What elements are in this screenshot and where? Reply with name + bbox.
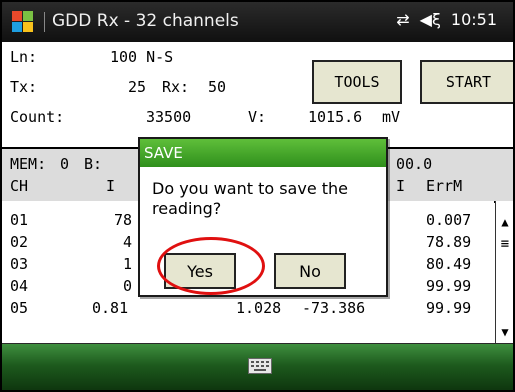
ln-label: Ln: (10, 48, 38, 66)
column-errm[interactable]: ErrM (426, 177, 462, 195)
ln-value: 100 N-S (110, 48, 174, 66)
cell-ch: 02 (10, 233, 29, 251)
cell-errm: 78.89 (426, 233, 472, 251)
bottom-menu-bar (2, 343, 513, 390)
scroll-thumb-icon[interactable]: ≡ (496, 235, 513, 253)
cell-value: -73.386 (302, 299, 366, 317)
cell-errm: 99.99 (426, 299, 472, 317)
cell-value: 0 (123, 277, 133, 295)
count-value: 33500 (146, 108, 192, 126)
column-ch[interactable]: CH (10, 177, 28, 195)
cell-value: 1.028 (236, 299, 282, 317)
window-title: GDD Rx - 32 channels (52, 11, 239, 31)
scroll-down-icon[interactable]: ▼ (496, 323, 513, 341)
cell-errm: 80.49 (426, 255, 472, 273)
cell-value: 78 (114, 211, 133, 229)
scroll-up-icon[interactable]: ▲ (496, 213, 513, 231)
volume-icon[interactable]: ◀ξ (420, 10, 441, 29)
vertical-scrollbar[interactable]: ▲ ≡ ▼ (495, 201, 513, 343)
dialog-message: Do you want to save the reading? (152, 179, 349, 218)
count-label: Count: (10, 108, 65, 126)
tx-value: 25 (128, 78, 147, 96)
mem-label: MEM: (10, 155, 47, 173)
network-icon[interactable]: ⇄ (396, 10, 409, 29)
tx-label: Tx: (10, 78, 38, 96)
clock[interactable]: 10:51 (451, 10, 497, 29)
title-bar: GDD Rx - 32 channels ⇄ ◀ξ 10:51 (2, 2, 513, 42)
keyboard-icon[interactable] (248, 358, 272, 374)
rx-value: 50 (208, 78, 227, 96)
b-label: B: (84, 155, 103, 173)
tools-button[interactable]: TOOLS (312, 60, 402, 104)
mem-value: 0 (60, 155, 70, 173)
column-i2[interactable]: I (396, 177, 405, 195)
cell-ch: 03 (10, 255, 29, 273)
app-window: GDD Rx - 32 channels ⇄ ◀ξ 10:51 Ln: 100 … (0, 0, 515, 392)
v-unit: mV (382, 108, 401, 126)
cell-ch: 05 (10, 299, 29, 317)
v-value: 1015.6 (308, 108, 363, 126)
cell-errm: 99.99 (426, 277, 472, 295)
title-separator (44, 12, 45, 32)
v-label: V: (248, 108, 267, 126)
cell-ch: 04 (10, 277, 29, 295)
cell-value: 1 (123, 255, 133, 273)
column-i[interactable]: I (106, 177, 115, 195)
save-dialog: SAVE Do you want to save the reading? Ye… (138, 137, 388, 297)
yes-button[interactable]: Yes (164, 253, 236, 289)
cell-value: 4 (123, 233, 133, 251)
status-area: ⇄ ◀ξ 10:51 (396, 10, 497, 29)
table-row[interactable]: 05 0.81 1.028 -73.386 99.99 (2, 297, 494, 319)
no-button[interactable]: No (274, 253, 346, 289)
cell-value: 0.81 (92, 299, 129, 317)
start-button[interactable]: START (420, 60, 513, 104)
reading-form: Ln: 100 N-S Tx: 25 Rx: 50 Count: 33500 V… (2, 42, 513, 146)
dialog-title: SAVE (140, 139, 386, 167)
cell-ch: 01 (10, 211, 29, 229)
windows-start-icon[interactable] (12, 11, 34, 33)
header-right-value: 00.0 (396, 155, 433, 173)
rx-label: Rx: (162, 78, 190, 96)
cell-errm: 0.007 (426, 211, 472, 229)
